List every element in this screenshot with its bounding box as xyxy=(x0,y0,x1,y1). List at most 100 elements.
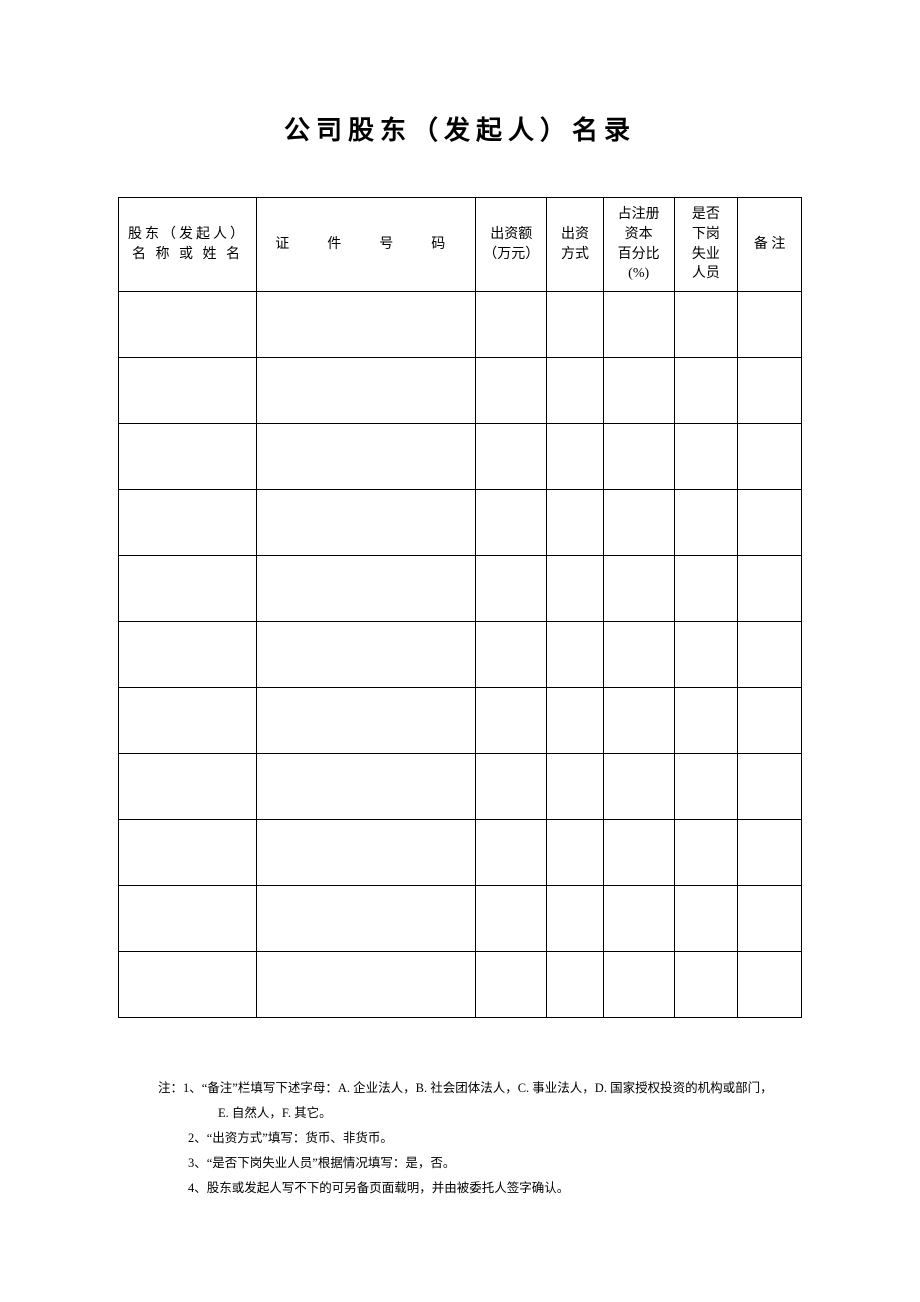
cell-unemployed xyxy=(674,952,738,1018)
cell-remark xyxy=(738,292,802,358)
cell-name xyxy=(119,754,257,820)
cell-id xyxy=(257,358,476,424)
cell-id xyxy=(257,292,476,358)
cell-amount xyxy=(476,490,547,556)
cell-method xyxy=(547,886,604,952)
table-row xyxy=(119,556,802,622)
shareholder-table: 股东（发起人） 名 称 或 姓 名 证 件 号 码 出资额 （万元） 出资 方式… xyxy=(118,197,802,1018)
note-2: 2、“出资方式”填写：货币、非货币。 xyxy=(158,1126,782,1151)
cell-method xyxy=(547,358,604,424)
cell-amount xyxy=(476,556,547,622)
cell-remark xyxy=(738,622,802,688)
note-1b: E. 自然人，F. 其它。 xyxy=(158,1101,782,1126)
cell-unemployed xyxy=(674,622,738,688)
cell-name xyxy=(119,556,257,622)
cell-name xyxy=(119,622,257,688)
cell-percent xyxy=(603,622,674,688)
cell-amount xyxy=(476,424,547,490)
header-unemployed: 是否 下岗 失业 人员 xyxy=(674,198,738,292)
table-row xyxy=(119,820,802,886)
cell-percent xyxy=(603,754,674,820)
table-row xyxy=(119,622,802,688)
header-remark: 备 注 xyxy=(738,198,802,292)
cell-remark xyxy=(738,556,802,622)
header-name: 股东（发起人） 名 称 或 姓 名 xyxy=(119,198,257,292)
cell-amount xyxy=(476,358,547,424)
cell-amount xyxy=(476,688,547,754)
cell-name xyxy=(119,688,257,754)
cell-percent xyxy=(603,952,674,1018)
cell-remark xyxy=(738,424,802,490)
cell-id xyxy=(257,886,476,952)
cell-remark xyxy=(738,886,802,952)
cell-remark xyxy=(738,688,802,754)
document-page: 公司股东（发起人）名录 股东（发起人） 名 称 或 姓 名 证 件 号 码 出资… xyxy=(0,0,920,1201)
cell-name xyxy=(119,424,257,490)
cell-name xyxy=(119,886,257,952)
cell-method xyxy=(547,490,604,556)
cell-name xyxy=(119,820,257,886)
cell-percent xyxy=(603,556,674,622)
cell-amount xyxy=(476,820,547,886)
cell-remark xyxy=(738,490,802,556)
header-amount: 出资额 （万元） xyxy=(476,198,547,292)
cell-method xyxy=(547,688,604,754)
cell-name xyxy=(119,292,257,358)
cell-method xyxy=(547,292,604,358)
table-row xyxy=(119,952,802,1018)
note-1: 注：1、“备注”栏填写下述字母：A. 企业法人，B. 社会团体法人，C. 事业法… xyxy=(158,1076,782,1101)
cell-id xyxy=(257,820,476,886)
cell-unemployed xyxy=(674,556,738,622)
header-id: 证 件 号 码 xyxy=(257,198,476,292)
cell-method xyxy=(547,820,604,886)
cell-method xyxy=(547,754,604,820)
header-percent: 占注册 资本 百分比 (%) xyxy=(603,198,674,292)
header-method: 出资 方式 xyxy=(547,198,604,292)
table-row xyxy=(119,490,802,556)
table-row xyxy=(119,886,802,952)
cell-unemployed xyxy=(674,358,738,424)
notes-block: 注：1、“备注”栏填写下述字母：A. 企业法人，B. 社会团体法人，C. 事业法… xyxy=(118,1076,802,1201)
document-title: 公司股东（发起人）名录 xyxy=(118,110,802,147)
cell-unemployed xyxy=(674,820,738,886)
table-body xyxy=(119,292,802,1018)
cell-remark xyxy=(738,952,802,1018)
table-row xyxy=(119,424,802,490)
cell-unemployed xyxy=(674,292,738,358)
cell-unemployed xyxy=(674,754,738,820)
cell-id xyxy=(257,622,476,688)
cell-unemployed xyxy=(674,424,738,490)
cell-amount xyxy=(476,622,547,688)
cell-name xyxy=(119,952,257,1018)
table-row xyxy=(119,292,802,358)
cell-amount xyxy=(476,292,547,358)
cell-percent xyxy=(603,292,674,358)
cell-amount xyxy=(476,754,547,820)
cell-id xyxy=(257,556,476,622)
cell-method xyxy=(547,556,604,622)
cell-method xyxy=(547,952,604,1018)
cell-percent xyxy=(603,424,674,490)
table-row xyxy=(119,358,802,424)
cell-amount xyxy=(476,886,547,952)
cell-name xyxy=(119,490,257,556)
cell-unemployed xyxy=(674,688,738,754)
cell-id xyxy=(257,754,476,820)
cell-amount xyxy=(476,952,547,1018)
table-header-row: 股东（发起人） 名 称 或 姓 名 证 件 号 码 出资额 （万元） 出资 方式… xyxy=(119,198,802,292)
cell-remark xyxy=(738,820,802,886)
cell-remark xyxy=(738,358,802,424)
cell-id xyxy=(257,952,476,1018)
cell-percent xyxy=(603,820,674,886)
cell-percent xyxy=(603,490,674,556)
table-row xyxy=(119,688,802,754)
cell-percent xyxy=(603,688,674,754)
cell-percent xyxy=(603,358,674,424)
cell-method xyxy=(547,622,604,688)
table-row xyxy=(119,754,802,820)
cell-id xyxy=(257,490,476,556)
cell-remark xyxy=(738,754,802,820)
cell-name xyxy=(119,358,257,424)
cell-percent xyxy=(603,886,674,952)
cell-id xyxy=(257,688,476,754)
